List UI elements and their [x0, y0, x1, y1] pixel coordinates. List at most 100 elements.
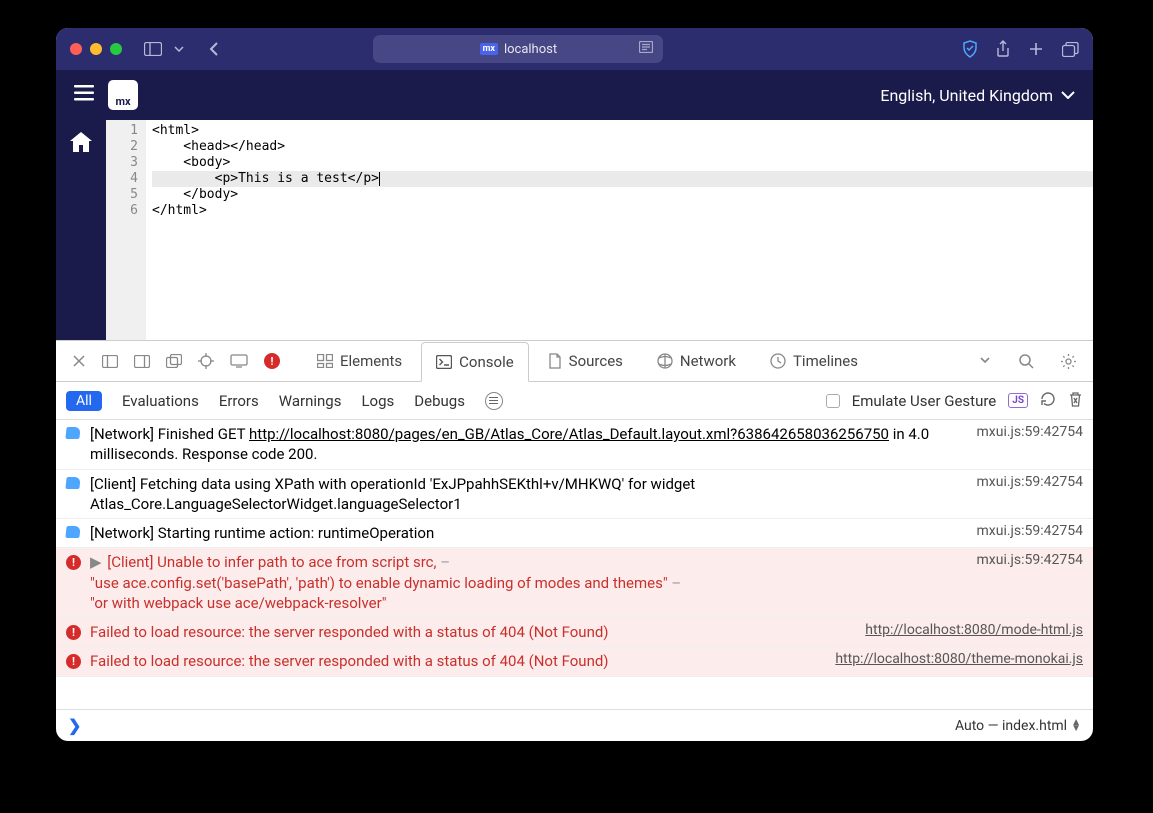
- left-rail: [56, 120, 106, 340]
- new-tab-icon[interactable]: [1028, 41, 1044, 57]
- console-message: Failed to load resource: the server resp…: [90, 651, 827, 671]
- language-label: English, United Kingdom: [880, 86, 1053, 105]
- info-icon: [66, 477, 82, 493]
- shield-icon[interactable]: [962, 40, 978, 58]
- console-source[interactable]: mxui.js:59:42754: [977, 523, 1083, 539]
- code-editor[interactable]: 123456 <html> <head></head> <body> <p>Th…: [106, 120, 1093, 340]
- tabs-overview-icon[interactable]: [1062, 42, 1079, 57]
- chevron-down-icon: [1061, 91, 1075, 99]
- console-source[interactable]: mxui.js:59:42754: [977, 474, 1083, 490]
- maximize-window-button[interactable]: [110, 43, 122, 55]
- console-row: [Client] Fetching data using XPath with …: [56, 470, 1093, 520]
- execution-context-select[interactable]: Auto — index.html ▲▼: [955, 718, 1081, 734]
- minimize-window-button[interactable]: [90, 43, 102, 55]
- elements-icon: [317, 354, 333, 368]
- address-bar[interactable]: mx localhost: [373, 35, 663, 63]
- filter-warnings[interactable]: Warnings: [279, 392, 342, 410]
- more-tabs-icon[interactable]: [971, 356, 999, 366]
- filter-logs[interactable]: Logs: [361, 392, 394, 410]
- prompt-icon[interactable]: ❯: [68, 716, 81, 735]
- target-icon[interactable]: [192, 353, 220, 369]
- browser-chrome: mx localhost: [56, 28, 1093, 70]
- console-row: ! Failed to load resource: the server res…: [56, 618, 1093, 647]
- tab-elements-label: Elements: [340, 352, 402, 370]
- address-text: localhost: [504, 42, 557, 57]
- device-icon[interactable]: [224, 354, 254, 368]
- tab-network-label: Network: [680, 352, 736, 370]
- dock-right-icon[interactable]: [128, 355, 156, 368]
- console-filter-bar: All Evaluations Errors Warnings Logs Deb…: [56, 382, 1093, 420]
- console-messages[interactable]: [Network] Finished GET http://localhost:…: [56, 420, 1093, 709]
- tab-sources[interactable]: Sources: [533, 341, 638, 381]
- console-message: [Client] Fetching data using XPath with …: [90, 474, 969, 515]
- context-label: Auto — index.html: [955, 718, 1067, 734]
- emulate-gesture-label: Emulate User Gesture: [852, 392, 997, 410]
- clear-console-icon[interactable]: [1068, 391, 1083, 411]
- site-badge: mx: [480, 43, 498, 55]
- language-selector[interactable]: English, United Kingdom: [880, 86, 1075, 105]
- refresh-icon[interactable]: [1040, 391, 1056, 411]
- filter-evaluations[interactable]: Evaluations: [122, 392, 199, 410]
- content-row: 123456 <html> <head></head> <body> <p>Th…: [56, 120, 1093, 340]
- home-icon[interactable]: [70, 132, 92, 156]
- js-badge-icon[interactable]: JS: [1008, 393, 1028, 408]
- console-row: [Network] Starting runtime action: runti…: [56, 519, 1093, 548]
- network-icon: [657, 353, 673, 369]
- sources-icon: [548, 353, 562, 369]
- tab-group-dropdown-icon[interactable]: [174, 46, 184, 52]
- console-message: [Network] Finished GET http://localhost:…: [90, 424, 969, 465]
- console-link[interactable]: http://localhost:8080/pages/en_GB/Atlas_…: [249, 425, 889, 443]
- settings-icon[interactable]: [1054, 353, 1083, 370]
- filter-all[interactable]: All: [66, 391, 102, 411]
- disclosure-icon[interactable]: ▶: [90, 553, 102, 571]
- app-header: mx English, United Kingdom: [56, 70, 1093, 120]
- info-icon: [66, 427, 82, 443]
- line-gutter: 123456: [106, 120, 146, 340]
- sidebar-toggle-icon[interactable]: [144, 42, 162, 56]
- console-message: ▶ [Client] Unable to infer path to ace f…: [90, 552, 969, 613]
- dock-left-icon[interactable]: [96, 355, 124, 368]
- tab-timelines-label: Timelines: [793, 352, 858, 370]
- tab-sources-label: Sources: [569, 352, 623, 370]
- console-message: Failed to load resource: the server resp…: [90, 622, 857, 642]
- error-icon: !: [66, 625, 82, 641]
- console-message: [Network] Starting runtime action: runti…: [90, 523, 969, 543]
- console-source-link: http://localhost:8080/theme-monokai.js: [835, 651, 1083, 667]
- console-row: ! Failed to load resource: the server res…: [56, 647, 1093, 676]
- tab-timelines[interactable]: Timelines: [755, 341, 873, 381]
- share-icon[interactable]: [996, 40, 1010, 58]
- back-button-icon[interactable]: [208, 41, 220, 57]
- console-row: ! ▶ [Client] Unable to infer path to ace …: [56, 548, 1093, 618]
- console-source[interactable]: mxui.js:59:42754: [977, 424, 1083, 440]
- devtools-tabbar: ! Elements Console Sources Network Timel…: [56, 340, 1093, 382]
- close-devtools-icon[interactable]: [66, 354, 92, 368]
- console-bottom-bar: ❯ Auto — index.html ▲▼: [56, 709, 1093, 741]
- emulate-gesture-checkbox[interactable]: [826, 394, 840, 408]
- reader-mode-icon[interactable]: [639, 41, 653, 57]
- filter-menu-icon[interactable]: [485, 392, 503, 410]
- tab-console-label: Console: [459, 353, 514, 371]
- traffic-lights: [70, 43, 122, 55]
- updown-icon: ▲▼: [1071, 720, 1081, 732]
- tab-console[interactable]: Console: [421, 342, 529, 382]
- console-icon: [436, 355, 452, 369]
- console-source[interactable]: mxui.js:59:42754: [977, 552, 1083, 568]
- console-row: [Network] Finished GET http://localhost:…: [56, 420, 1093, 470]
- error-icon: !: [66, 555, 82, 571]
- app-logo[interactable]: mx: [108, 80, 138, 110]
- filter-debugs[interactable]: Debugs: [414, 392, 465, 410]
- menu-icon[interactable]: [74, 85, 94, 105]
- close-window-button[interactable]: [70, 43, 82, 55]
- error-count-badge[interactable]: !: [264, 353, 280, 369]
- tab-network[interactable]: Network: [642, 341, 751, 381]
- filter-errors[interactable]: Errors: [219, 392, 259, 410]
- timelines-icon: [770, 353, 786, 369]
- console-source-link: http://localhost:8080/mode-html.js: [865, 622, 1083, 638]
- tab-elements[interactable]: Elements: [302, 341, 417, 381]
- error-icon: !: [66, 654, 82, 670]
- browser-window: mx localhost mx Englis: [56, 28, 1093, 741]
- popout-icon[interactable]: [160, 354, 188, 368]
- info-icon: [66, 526, 82, 542]
- code-content[interactable]: <html> <head></head> <body> <p>This is a…: [146, 120, 1093, 340]
- search-icon[interactable]: [1013, 354, 1040, 369]
